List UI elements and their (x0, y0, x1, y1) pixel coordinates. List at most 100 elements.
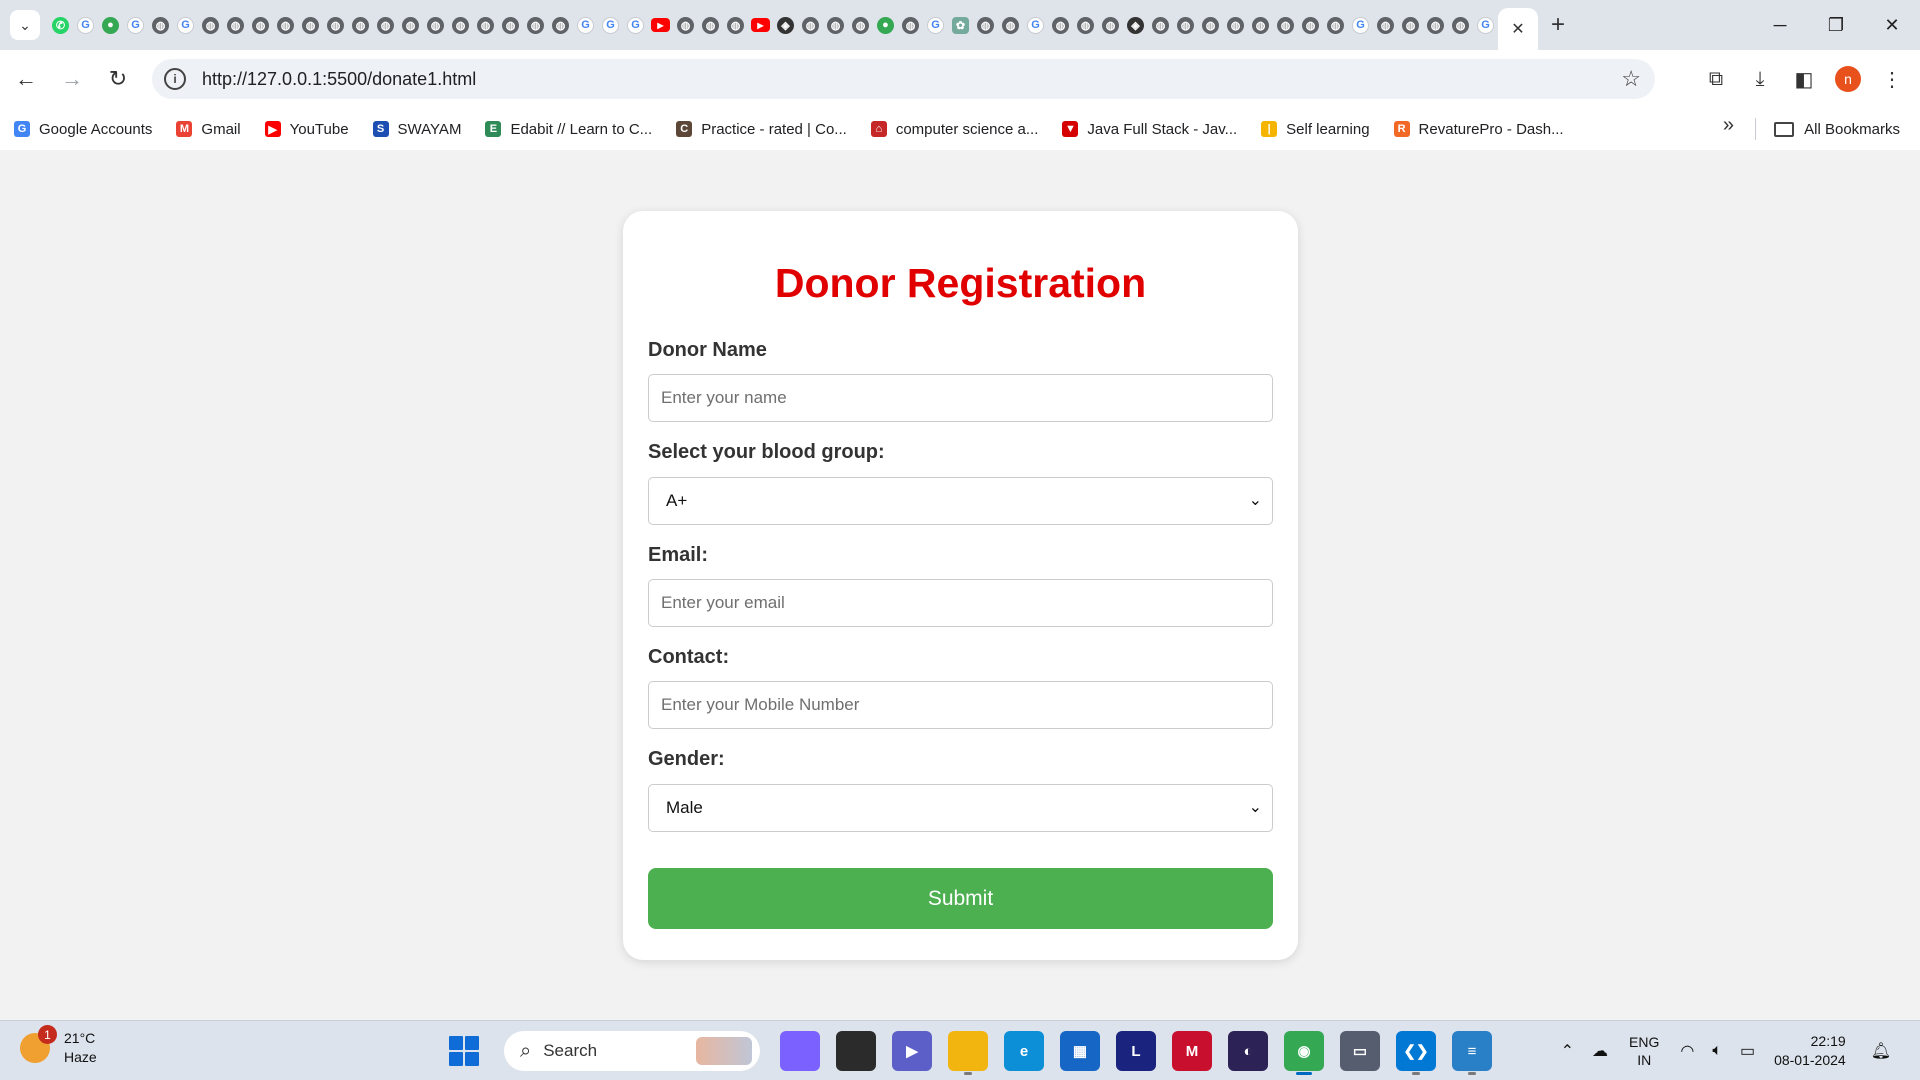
pinned-tab[interactable]: ◍ (798, 0, 823, 50)
extensions-icon[interactable]: ⧉ (1694, 57, 1738, 101)
bookmark-item[interactable]: S SWAYAM (359, 113, 472, 145)
bookmark-item[interactable]: ▼ Java Full Stack - Jav... (1048, 113, 1247, 145)
bookmark-item[interactable]: R RevaturePro - Dash... (1380, 113, 1574, 145)
site-info-icon[interactable]: i (164, 68, 186, 90)
all-bookmarks-button[interactable]: All Bookmarks (1774, 108, 1920, 150)
profile-button[interactable]: n (1826, 57, 1870, 101)
pinned-tab[interactable]: ◍ (1298, 0, 1323, 50)
clock[interactable]: 22:19 08-01-2024 (1774, 1032, 1846, 1070)
donor-name-input[interactable] (648, 374, 1273, 422)
pinned-tab[interactable]: ◍ (298, 0, 323, 50)
pinned-tab[interactable]: ◍ (423, 0, 448, 50)
pinned-tab[interactable]: G (598, 0, 623, 50)
bookmark-item[interactable]: ▶ YouTube (251, 113, 359, 145)
pinned-tab[interactable]: G (1348, 0, 1373, 50)
menu-kebab-icon[interactable]: ⋮ (1870, 57, 1914, 101)
forward-button[interactable]: → (52, 59, 92, 99)
pinned-tab[interactable]: ◍ (248, 0, 273, 50)
volume-icon[interactable]: 🔈︎ (1712, 1042, 1722, 1060)
pinned-tab[interactable]: ◈ (773, 0, 798, 50)
teams-icon[interactable]: ▶ (892, 1031, 932, 1071)
bookmark-item[interactable]: M Gmail (162, 113, 250, 145)
notification-bell-icon[interactable]: 🔔︎ (1871, 1041, 1891, 1061)
pinned-tab[interactable]: ◍ (148, 0, 173, 50)
pinned-tab[interactable]: ◍ (548, 0, 573, 50)
pinned-tab[interactable]: ◍ (1323, 0, 1348, 50)
pinned-tab[interactable]: ◍ (1048, 0, 1073, 50)
pinned-tab[interactable]: ◍ (898, 0, 923, 50)
pinned-tab[interactable]: ▶ (648, 0, 673, 50)
language-indicator[interactable]: ENG IN (1629, 1033, 1659, 1069)
back-button[interactable]: ← (6, 59, 46, 99)
tab-search-button[interactable]: ⌄ (10, 10, 40, 40)
pinned-tab[interactable]: G (123, 0, 148, 50)
contact-field[interactable] (648, 681, 1273, 729)
chevron-up-icon[interactable]: ⌃ (1561, 1041, 1574, 1061)
submit-button[interactable]: Submit (648, 868, 1273, 929)
pinned-tab[interactable]: ◍ (223, 0, 248, 50)
battery-icon[interactable]: ▭ (1740, 1041, 1755, 1061)
l-app-icon[interactable]: L (1116, 1031, 1156, 1071)
onedrive-icon[interactable]: ☁ (1592, 1041, 1608, 1061)
sql-icon[interactable]: ▭ (1340, 1031, 1380, 1071)
active-tab[interactable]: ✕ (1498, 8, 1538, 50)
pinned-tab[interactable]: ◍ (348, 0, 373, 50)
pinned-tab[interactable]: ● (98, 0, 123, 50)
pinned-tab[interactable]: ◍ (723, 0, 748, 50)
pinned-tab[interactable]: ◍ (1448, 0, 1473, 50)
blood-group-select[interactable]: A+ ⌄ (648, 477, 1273, 525)
pinned-tab[interactable]: ◍ (823, 0, 848, 50)
pinned-tab[interactable]: ◍ (198, 0, 223, 50)
pinned-tab[interactable]: ◍ (1173, 0, 1198, 50)
notepad-icon[interactable]: ≡ (1452, 1031, 1492, 1075)
pinned-tab[interactable]: G (923, 0, 948, 50)
wifi-icon[interactable]: ◠ (1680, 1041, 1694, 1061)
pinned-tab[interactable]: G (1023, 0, 1048, 50)
pinned-tab[interactable]: ◍ (1273, 0, 1298, 50)
pinned-tab[interactable]: ◍ (1423, 0, 1448, 50)
pinned-tab[interactable]: ✿ (948, 0, 973, 50)
pinned-tab[interactable]: ◈ (1123, 0, 1148, 50)
bookmark-star-icon[interactable]: ☆ (1621, 66, 1641, 92)
pinned-tab[interactable]: ◍ (1148, 0, 1173, 50)
file-explorer-icon[interactable] (948, 1031, 988, 1075)
pinned-tab[interactable]: ◍ (1223, 0, 1248, 50)
pinned-tab[interactable]: G (573, 0, 598, 50)
pinned-tab[interactable]: ● (873, 0, 898, 50)
bookmark-item[interactable]: E Edabit // Learn to C... (471, 113, 662, 145)
edge-icon[interactable]: e (1004, 1031, 1044, 1071)
pinned-tab[interactable]: ◍ (398, 0, 423, 50)
task-view-icon[interactable] (836, 1031, 876, 1071)
pinned-tab[interactable]: ◍ (1373, 0, 1398, 50)
pinned-tab[interactable]: ◍ (323, 0, 348, 50)
pinned-tab[interactable]: ◍ (998, 0, 1023, 50)
pinned-tab[interactable]: ▶ (748, 0, 773, 50)
pinned-tab[interactable]: ◍ (673, 0, 698, 50)
new-tab-button[interactable]: + (1538, 0, 1578, 50)
pinned-tab[interactable]: ◍ (1073, 0, 1098, 50)
pinned-tab[interactable]: G (623, 0, 648, 50)
gender-select[interactable]: Male ⌄ (648, 784, 1273, 832)
pinned-tab[interactable]: ◍ (1398, 0, 1423, 50)
pinned-tab[interactable]: ◍ (848, 0, 873, 50)
pinned-tab[interactable]: ◍ (698, 0, 723, 50)
pinned-tab[interactable]: ◍ (448, 0, 473, 50)
url-text[interactable]: http://127.0.0.1:5500/donate1.html (202, 69, 476, 90)
pinned-tab[interactable]: ◍ (373, 0, 398, 50)
pinned-tab[interactable]: G (173, 0, 198, 50)
pinned-tab[interactable]: ◍ (273, 0, 298, 50)
close-tab-icon[interactable]: ✕ (1511, 19, 1524, 39)
taskbar-search[interactable]: ⌕ Search (504, 1031, 760, 1071)
store-icon[interactable]: ▦ (1060, 1031, 1100, 1071)
reload-button[interactable]: ↻ (98, 59, 138, 99)
pinned-tab[interactable]: ◍ (1098, 0, 1123, 50)
minimize-button[interactable]: ─ (1752, 0, 1808, 50)
pinned-tab[interactable]: G (1473, 0, 1498, 50)
close-window-button[interactable]: ✕ (1864, 0, 1920, 50)
bookmark-item[interactable]: G Google Accounts (0, 113, 162, 145)
pinned-tab[interactable]: ✆ (48, 0, 73, 50)
pinned-tab[interactable]: ◍ (973, 0, 998, 50)
pinned-tab[interactable]: ◍ (1248, 0, 1273, 50)
more-bookmarks-icon[interactable]: » (1723, 114, 1734, 137)
copilot-icon[interactable] (780, 1031, 820, 1071)
